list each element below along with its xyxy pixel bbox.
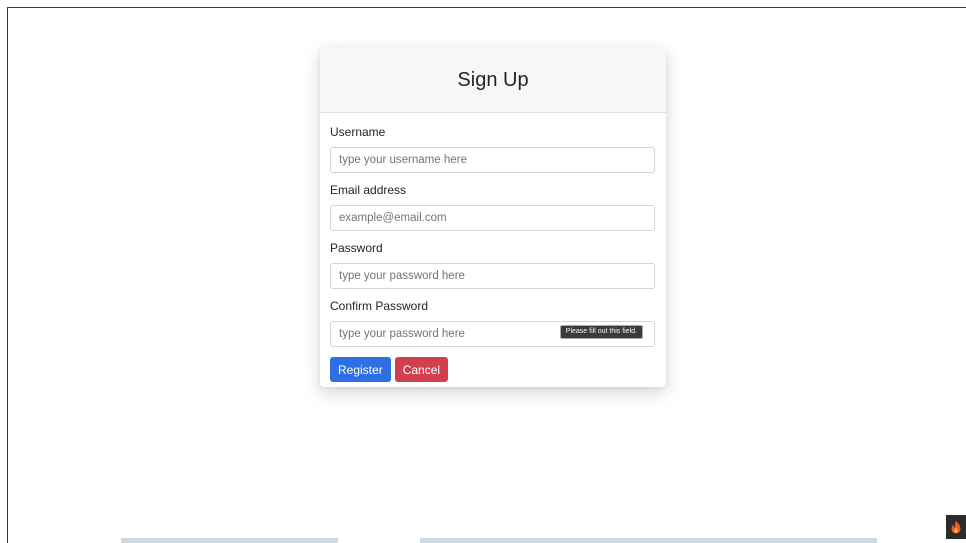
register-button[interactable]: Register <box>330 357 391 382</box>
cancel-button[interactable]: Cancel <box>394 357 449 382</box>
page-title: Sign Up <box>457 68 529 91</box>
email-input[interactable] <box>330 205 655 231</box>
username-label: Username <box>330 125 386 139</box>
bottom-strip-right <box>420 538 877 543</box>
form-actions: Register Cancel <box>330 357 656 382</box>
validation-tooltip: Please fill out this field. <box>559 325 643 339</box>
email-label: Email address <box>330 183 407 197</box>
corner-badge[interactable] <box>946 515 966 539</box>
password-group: Password <box>330 241 656 289</box>
password-input[interactable] <box>330 263 655 289</box>
card-header: Sign Up <box>320 47 666 113</box>
username-input[interactable] <box>330 147 655 173</box>
confirm-password-label: Confirm Password <box>330 299 429 313</box>
confirm-password-group: Confirm Password Please fill out this fi… <box>330 299 656 347</box>
bottom-strip-left <box>121 538 338 543</box>
email-group: Email address <box>330 183 656 231</box>
password-label: Password <box>330 241 383 255</box>
username-group: Username <box>330 125 656 173</box>
flame-icon <box>951 520 961 534</box>
signup-form: Username Email address Password Confirm … <box>320 113 666 382</box>
signup-card: Sign Up Username Email address Password … <box>320 47 666 387</box>
